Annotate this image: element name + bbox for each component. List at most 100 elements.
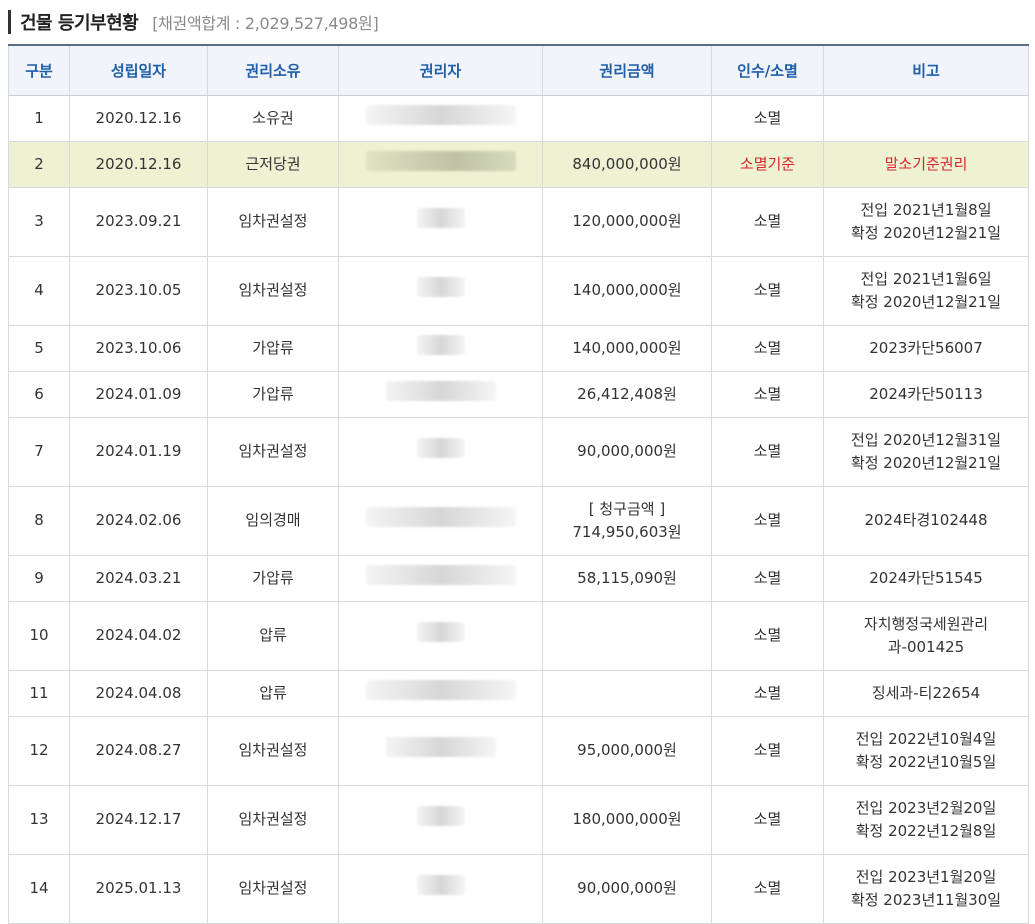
row-no: 7 xyxy=(8,416,70,487)
col-header-type: 권리소유 xyxy=(207,44,339,96)
redacted-holder xyxy=(416,622,465,642)
row-holder xyxy=(338,669,543,717)
row-date: 2024.02.06 xyxy=(69,485,208,556)
table-row: 1 2020.12.16 소유권 소멸 xyxy=(8,94,1029,142)
row-holder xyxy=(338,416,543,487)
row-note: 징세과-티22654 xyxy=(823,669,1029,717)
row-amount: 120,000,000원 xyxy=(542,186,712,257)
row-amount xyxy=(542,669,712,717)
row-holder xyxy=(338,94,543,142)
row-status: 소멸 xyxy=(711,669,824,717)
row-note: 전입 2023년2월20일 확정 2022년12월8일 xyxy=(823,784,1029,855)
row-holder xyxy=(338,140,543,188)
row-date: 2020.12.16 xyxy=(69,94,208,142)
redacted-holder xyxy=(416,277,465,297)
redacted-holder xyxy=(416,438,465,458)
col-header-amount: 권리금액 xyxy=(542,44,712,96)
row-status: 소멸 xyxy=(711,485,824,556)
row-date: 2023.10.05 xyxy=(69,255,208,326)
row-holder xyxy=(338,485,543,556)
page-title: 건물 등기부현황 xyxy=(20,13,139,34)
row-amount: 180,000,000원 xyxy=(542,784,712,855)
col-header-holder: 권리자 xyxy=(338,44,543,96)
row-holder xyxy=(338,255,543,326)
row-no: 9 xyxy=(8,554,70,602)
table-row: 13 2024.12.17 임차권설정 180,000,000원 소멸 전입 2… xyxy=(8,784,1029,855)
row-no: 3 xyxy=(8,186,70,257)
row-date: 2023.10.06 xyxy=(69,324,208,372)
redacted-holder xyxy=(365,150,516,171)
row-holder xyxy=(338,554,543,602)
row-note xyxy=(823,94,1029,142)
row-holder xyxy=(338,186,543,257)
row-amount: 95,000,000원 xyxy=(542,715,712,786)
redacted-holder xyxy=(416,334,465,355)
row-status: 소멸 xyxy=(711,255,824,326)
row-status: 소멸 xyxy=(711,324,824,372)
row-no: 12 xyxy=(8,715,70,786)
row-date: 2024.08.27 xyxy=(69,715,208,786)
redacted-holder xyxy=(416,806,465,826)
row-type: 근저당권 xyxy=(207,140,339,188)
row-amount: [ 청구금액 ] 714,950,603원 xyxy=(542,485,712,556)
row-status: 소멸기준 xyxy=(711,140,824,188)
row-type: 임차권설정 xyxy=(207,416,339,487)
row-type: 압류 xyxy=(207,669,339,717)
row-amount: 140,000,000원 xyxy=(542,255,712,326)
row-no: 6 xyxy=(8,370,70,418)
table-row: 11 2024.04.08 압류 소멸 징세과-티22654 xyxy=(8,669,1029,717)
row-status: 소멸 xyxy=(711,600,824,671)
row-holder xyxy=(338,600,543,671)
row-amount: 140,000,000원 xyxy=(542,324,712,372)
row-holder xyxy=(338,784,543,855)
table-row: 4 2023.10.05 임차권설정 140,000,000원 소멸 전입 20… xyxy=(8,255,1029,326)
row-amount xyxy=(542,94,712,142)
row-note: 2024카단51545 xyxy=(823,554,1029,602)
row-date: 2024.04.08 xyxy=(69,669,208,717)
row-date: 2024.01.09 xyxy=(69,370,208,418)
table-row: 3 2023.09.21 임차권설정 120,000,000원 소멸 전입 20… xyxy=(8,186,1029,257)
row-type: 임차권설정 xyxy=(207,784,339,855)
redacted-holder xyxy=(365,564,516,585)
row-status: 소멸 xyxy=(711,370,824,418)
row-no: 13 xyxy=(8,784,70,855)
row-note: 전입 2022년10월4일 확정 2022년10월5일 xyxy=(823,715,1029,786)
row-note: 전입 2021년1월6일 확정 2020년12월21일 xyxy=(823,255,1029,326)
table-header-row: 구분 성립일자 권리소유 권리자 권리금액 인수/소멸 비고 xyxy=(8,44,1029,96)
table-row: 9 2024.03.21 가압류 58,115,090원 소멸 2024카단51… xyxy=(8,554,1029,602)
row-status: 소멸 xyxy=(711,186,824,257)
table-row: 10 2024.04.02 압류 소멸 자치행정국세원관리 과-001425 xyxy=(8,600,1029,671)
col-header-status: 인수/소멸 xyxy=(711,44,824,96)
row-note: 전입 2020년12월31일 확정 2020년12월21일 xyxy=(823,416,1029,487)
row-type: 소유권 xyxy=(207,94,339,142)
row-note: 자치행정국세원관리 과-001425 xyxy=(823,600,1029,671)
table-row: 6 2024.01.09 가압류 26,412,408원 소멸 2024카단50… xyxy=(8,370,1029,418)
table-row: 12 2024.08.27 임차권설정 95,000,000원 소멸 전입 20… xyxy=(8,715,1029,786)
row-no: 8 xyxy=(8,485,70,556)
row-date: 2020.12.16 xyxy=(69,140,208,188)
row-type: 가압류 xyxy=(207,324,339,372)
row-note: 2024카단50113 xyxy=(823,370,1029,418)
row-amount: 58,115,090원 xyxy=(542,554,712,602)
col-header-no: 구분 xyxy=(8,44,70,96)
table-row: 7 2024.01.19 임차권설정 90,000,000원 소멸 전입 202… xyxy=(8,416,1029,487)
row-date: 2023.09.21 xyxy=(69,186,208,257)
row-no: 1 xyxy=(8,94,70,142)
row-note: 말소기준권리 xyxy=(823,140,1029,188)
row-amount: 90,000,000원 xyxy=(542,416,712,487)
row-note: 2024타경102448 xyxy=(823,485,1029,556)
row-type: 임차권설정 xyxy=(207,255,339,326)
redacted-holder xyxy=(385,380,496,401)
redacted-holder xyxy=(385,737,496,757)
row-amount: 26,412,408원 xyxy=(542,370,712,418)
row-no: 2 xyxy=(8,140,70,188)
claim-total: [채권액합계 : 2,029,527,498원] xyxy=(152,14,379,33)
row-date: 2024.03.21 xyxy=(69,554,208,602)
row-holder xyxy=(338,370,543,418)
row-note: 전입 2021년1월8일 확정 2020년12월21일 xyxy=(823,186,1029,257)
row-status: 소멸 xyxy=(711,416,824,487)
row-date: 2024.01.19 xyxy=(69,416,208,487)
col-header-date: 성립일자 xyxy=(69,44,208,96)
table-row-baseline: 2 2020.12.16 근저당권 840,000,000원 소멸기준 말소기준… xyxy=(8,140,1029,188)
row-date: 2024.12.17 xyxy=(69,784,208,855)
